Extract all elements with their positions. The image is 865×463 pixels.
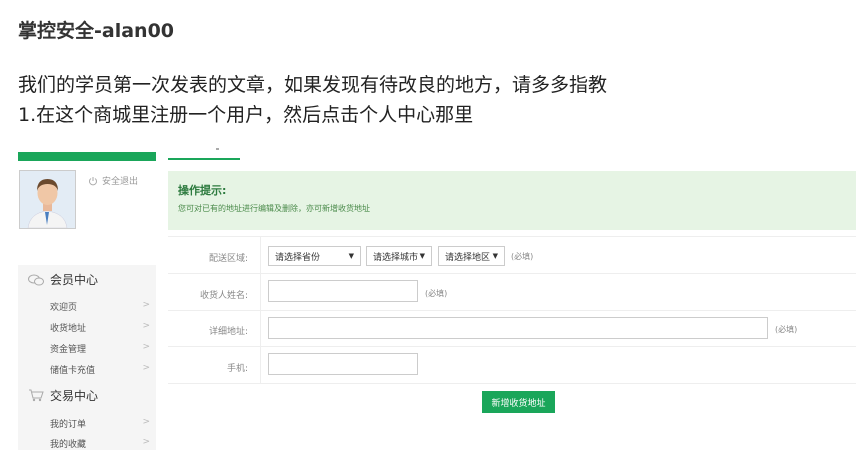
sidebar-top-bar [18,152,156,161]
avatar[interactable] [19,170,76,229]
sidebar-item-welcome[interactable]: 欢迎页 > [50,300,150,313]
tip-title: 操作提示: [178,184,227,197]
dropdown-arrow-icon: ▼ [348,252,354,260]
sidebar-item-orders[interactable]: 我的订单 > [50,417,150,430]
article-paragraph-2: 1.在这个商城里注册一个用户，然后点击个人中心那里 [18,104,474,126]
tab-underline [168,158,240,160]
sidebar-menu: 会员中心 欢迎页 > 收货地址 > 资金管理 > 储值卡充值 > 交易中心 我的订单 > … [18,265,156,450]
sidebar-item-favorites[interactable]: 我的收藏 > [50,437,150,450]
detail-address-input[interactable] [268,317,768,339]
district-select[interactable]: 请选择地区 ▼ [438,246,505,266]
name-label: 收货人姓名: [199,291,248,301]
tip-box [168,171,856,230]
tab-marker [216,148,219,150]
chat-bubbles-icon [28,274,44,285]
chevron-right-icon: > [142,342,150,352]
chevron-right-icon: > [142,437,150,447]
power-icon [89,176,97,185]
chevron-right-icon: > [142,321,150,331]
sidebar-item-address[interactable]: 收货地址 > [50,321,150,334]
article-paragraph-1: 我们的学员第一次发表的文章，如果发现有待改良的地方，请多多指教 [18,74,608,96]
member-center-heading: 会员中心 [28,271,98,288]
province-select[interactable]: 请选择省份 ▼ [268,246,361,266]
chevron-right-icon: > [142,417,150,427]
required-note: (必填) [511,252,534,261]
tip-text: 您可对已有的地址进行编辑及删除，亦可新增收货地址 [178,204,370,213]
required-note: (必填) [775,325,798,334]
receiver-name-input[interactable] [268,280,418,302]
city-select[interactable]: 请选择城市 ▼ [366,246,432,266]
trade-center-heading: 交易中心 [28,387,98,404]
phone-input[interactable] [268,353,418,375]
region-label: 配送区域: [208,254,248,264]
article-title: 掌控安全-alan00 [18,20,175,42]
cart-icon [29,389,44,402]
phone-label: 手机: [226,364,248,374]
dropdown-arrow-icon: ▼ [419,252,425,260]
logout-label: 安全退出 [102,177,139,187]
sidebar-item-funds[interactable]: 资金管理 > [50,342,150,355]
chevron-right-icon: > [142,363,150,373]
address-form: 配送区域: 请选择省份 ▼ 请选择城市 ▼ 请选择地区 ▼ (必填) 收货人姓名: (… [168,236,856,419]
sidebar-item-card-recharge[interactable]: 储值卡充值 > [50,363,150,376]
address-label: 详细地址: [208,327,248,337]
logout-link[interactable]: 安全退出 [88,174,138,187]
chevron-right-icon: > [142,300,150,310]
required-note: (必填) [425,289,448,298]
user-avatar-icon [20,171,75,228]
dropdown-arrow-icon: ▼ [492,252,498,260]
add-address-button[interactable]: 新增收货地址 [482,391,555,413]
